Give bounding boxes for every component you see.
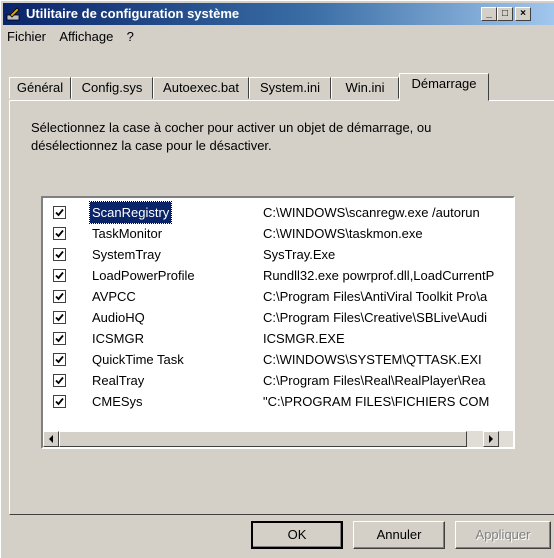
startup-item[interactable]: AVPCC C:\Program Files\AntiViral Toolkit … xyxy=(43,286,513,307)
apply-button[interactable]: Appliquer xyxy=(455,521,551,549)
startup-item-command: C:\Program Files\Real\RealPlayer\Rea xyxy=(263,373,486,388)
minimize-button[interactable]: _ xyxy=(481,7,497,21)
startup-item[interactable]: QuickTime Task C:\WINDOWS\SYSTEM\QTTASK.E… xyxy=(43,349,513,370)
tab-win-ini[interactable]: Win.ini xyxy=(331,77,399,99)
startup-item[interactable]: LoadPowerProfile Rundll32.exe powrprof.dl… xyxy=(43,265,513,286)
startup-item-name: QuickTime Task xyxy=(92,352,184,367)
arrow-left-icon xyxy=(49,435,53,443)
checkbox[interactable] xyxy=(53,290,66,303)
startup-item-name: ICSMGR xyxy=(92,331,144,346)
checkbox[interactable] xyxy=(53,374,66,387)
minimize-icon: _ xyxy=(486,8,492,19)
app-icon xyxy=(6,7,20,21)
startup-item[interactable]: RealTray C:\Program Files\Real\RealPlayer… xyxy=(43,370,513,391)
msconfig-window: Utilitaire de configuration système _ □ … xyxy=(0,0,554,558)
maximize-icon: □ xyxy=(501,8,509,19)
checkbox[interactable] xyxy=(53,227,66,240)
startup-item-command: "C:\PROGRAM FILES\FICHIERS COM xyxy=(263,394,490,409)
scroll-right-button[interactable] xyxy=(483,431,499,447)
horizontal-scroll-thumb[interactable] xyxy=(59,431,467,447)
startup-item-name: AVPCC xyxy=(92,289,136,304)
arrow-right-icon xyxy=(489,435,493,443)
horizontal-scrollbar[interactable] xyxy=(43,431,513,447)
close-button[interactable]: × xyxy=(515,7,531,21)
startup-item[interactable]: TaskMonitor C:\WINDOWS\taskmon.exe xyxy=(43,223,513,244)
checkbox[interactable] xyxy=(53,206,66,219)
startup-item[interactable]: SystemTray SysTray.Exe xyxy=(43,244,513,265)
startup-item-name: RealTray xyxy=(92,373,145,388)
startup-item[interactable]: AudioHQ C:\Program Files\Creative\SBLive\… xyxy=(43,307,513,328)
tab-demarrage[interactable]: Démarrage xyxy=(399,73,489,101)
startup-item-name: AudioHQ xyxy=(92,310,145,325)
close-icon: × xyxy=(520,8,526,19)
startup-item-command: C:\Program Files\Creative\SBLive\Audi xyxy=(263,310,487,325)
startup-item-name: SystemTray xyxy=(92,247,161,262)
tab-general[interactable]: Général xyxy=(9,77,71,99)
checkbox[interactable] xyxy=(53,353,66,366)
startup-list[interactable]: ScanRegistry C:\WINDOWS\scanregw.exe /aut… xyxy=(41,196,515,449)
tab-autoexec-bat[interactable]: Autoexec.bat xyxy=(153,77,249,99)
checkbox[interactable] xyxy=(53,332,66,345)
startup-item-name: ScanRegistry xyxy=(88,201,173,224)
menu-bar: Fichier Affichage ? xyxy=(7,27,144,47)
startup-item[interactable]: CMESys "C:\PROGRAM FILES\FICHIERS COM xyxy=(43,391,513,412)
window-title: Utilitaire de configuration système xyxy=(26,6,240,21)
startup-item-command: Rundll32.exe powrprof.dll,LoadCurrentP xyxy=(263,268,495,283)
checkbox[interactable] xyxy=(53,395,66,408)
startup-item-name: TaskMonitor xyxy=(92,226,163,241)
cancel-button[interactable]: Annuler xyxy=(353,521,445,549)
startup-item-name: LoadPowerProfile xyxy=(92,268,195,283)
startup-item-command: C:\WINDOWS\taskmon.exe xyxy=(263,226,423,241)
menu-fichier[interactable]: Fichier xyxy=(7,27,46,47)
startup-item[interactable]: ScanRegistry C:\WINDOWS\scanregw.exe /aut… xyxy=(43,201,513,224)
startup-item-command: C:\WINDOWS\SYSTEM\QTTASK.EXI xyxy=(263,352,482,367)
menu-help[interactable]: ? xyxy=(127,27,134,47)
startup-item-command: C:\Program Files\AntiViral Toolkit Pro\a xyxy=(263,289,488,304)
startup-item[interactable]: ICSMGR ICSMGR.EXE xyxy=(43,328,513,349)
scroll-left-button[interactable] xyxy=(43,431,59,447)
startup-item-name: CMESys xyxy=(92,394,143,409)
startup-item-command: SysTray.Exe xyxy=(263,247,336,262)
tab-config-sys[interactable]: Config.sys xyxy=(71,77,153,99)
checkbox[interactable] xyxy=(53,311,66,324)
menu-affichage[interactable]: Affichage xyxy=(59,27,113,47)
checkbox[interactable] xyxy=(53,269,66,282)
tab-system-ini[interactable]: System.ini xyxy=(249,77,331,99)
startup-item-command: C:\WINDOWS\scanregw.exe /autorun xyxy=(263,205,480,220)
instructions-text: Sélectionnez la case à cocher pour activ… xyxy=(31,120,432,153)
ok-button[interactable]: OK xyxy=(251,521,343,549)
startup-item-command: ICSMGR.EXE xyxy=(263,331,345,346)
checkbox[interactable] xyxy=(53,248,66,261)
maximize-button[interactable]: □ xyxy=(497,7,513,21)
title-bar[interactable]: Utilitaire de configuration système _ □ … xyxy=(3,3,554,25)
